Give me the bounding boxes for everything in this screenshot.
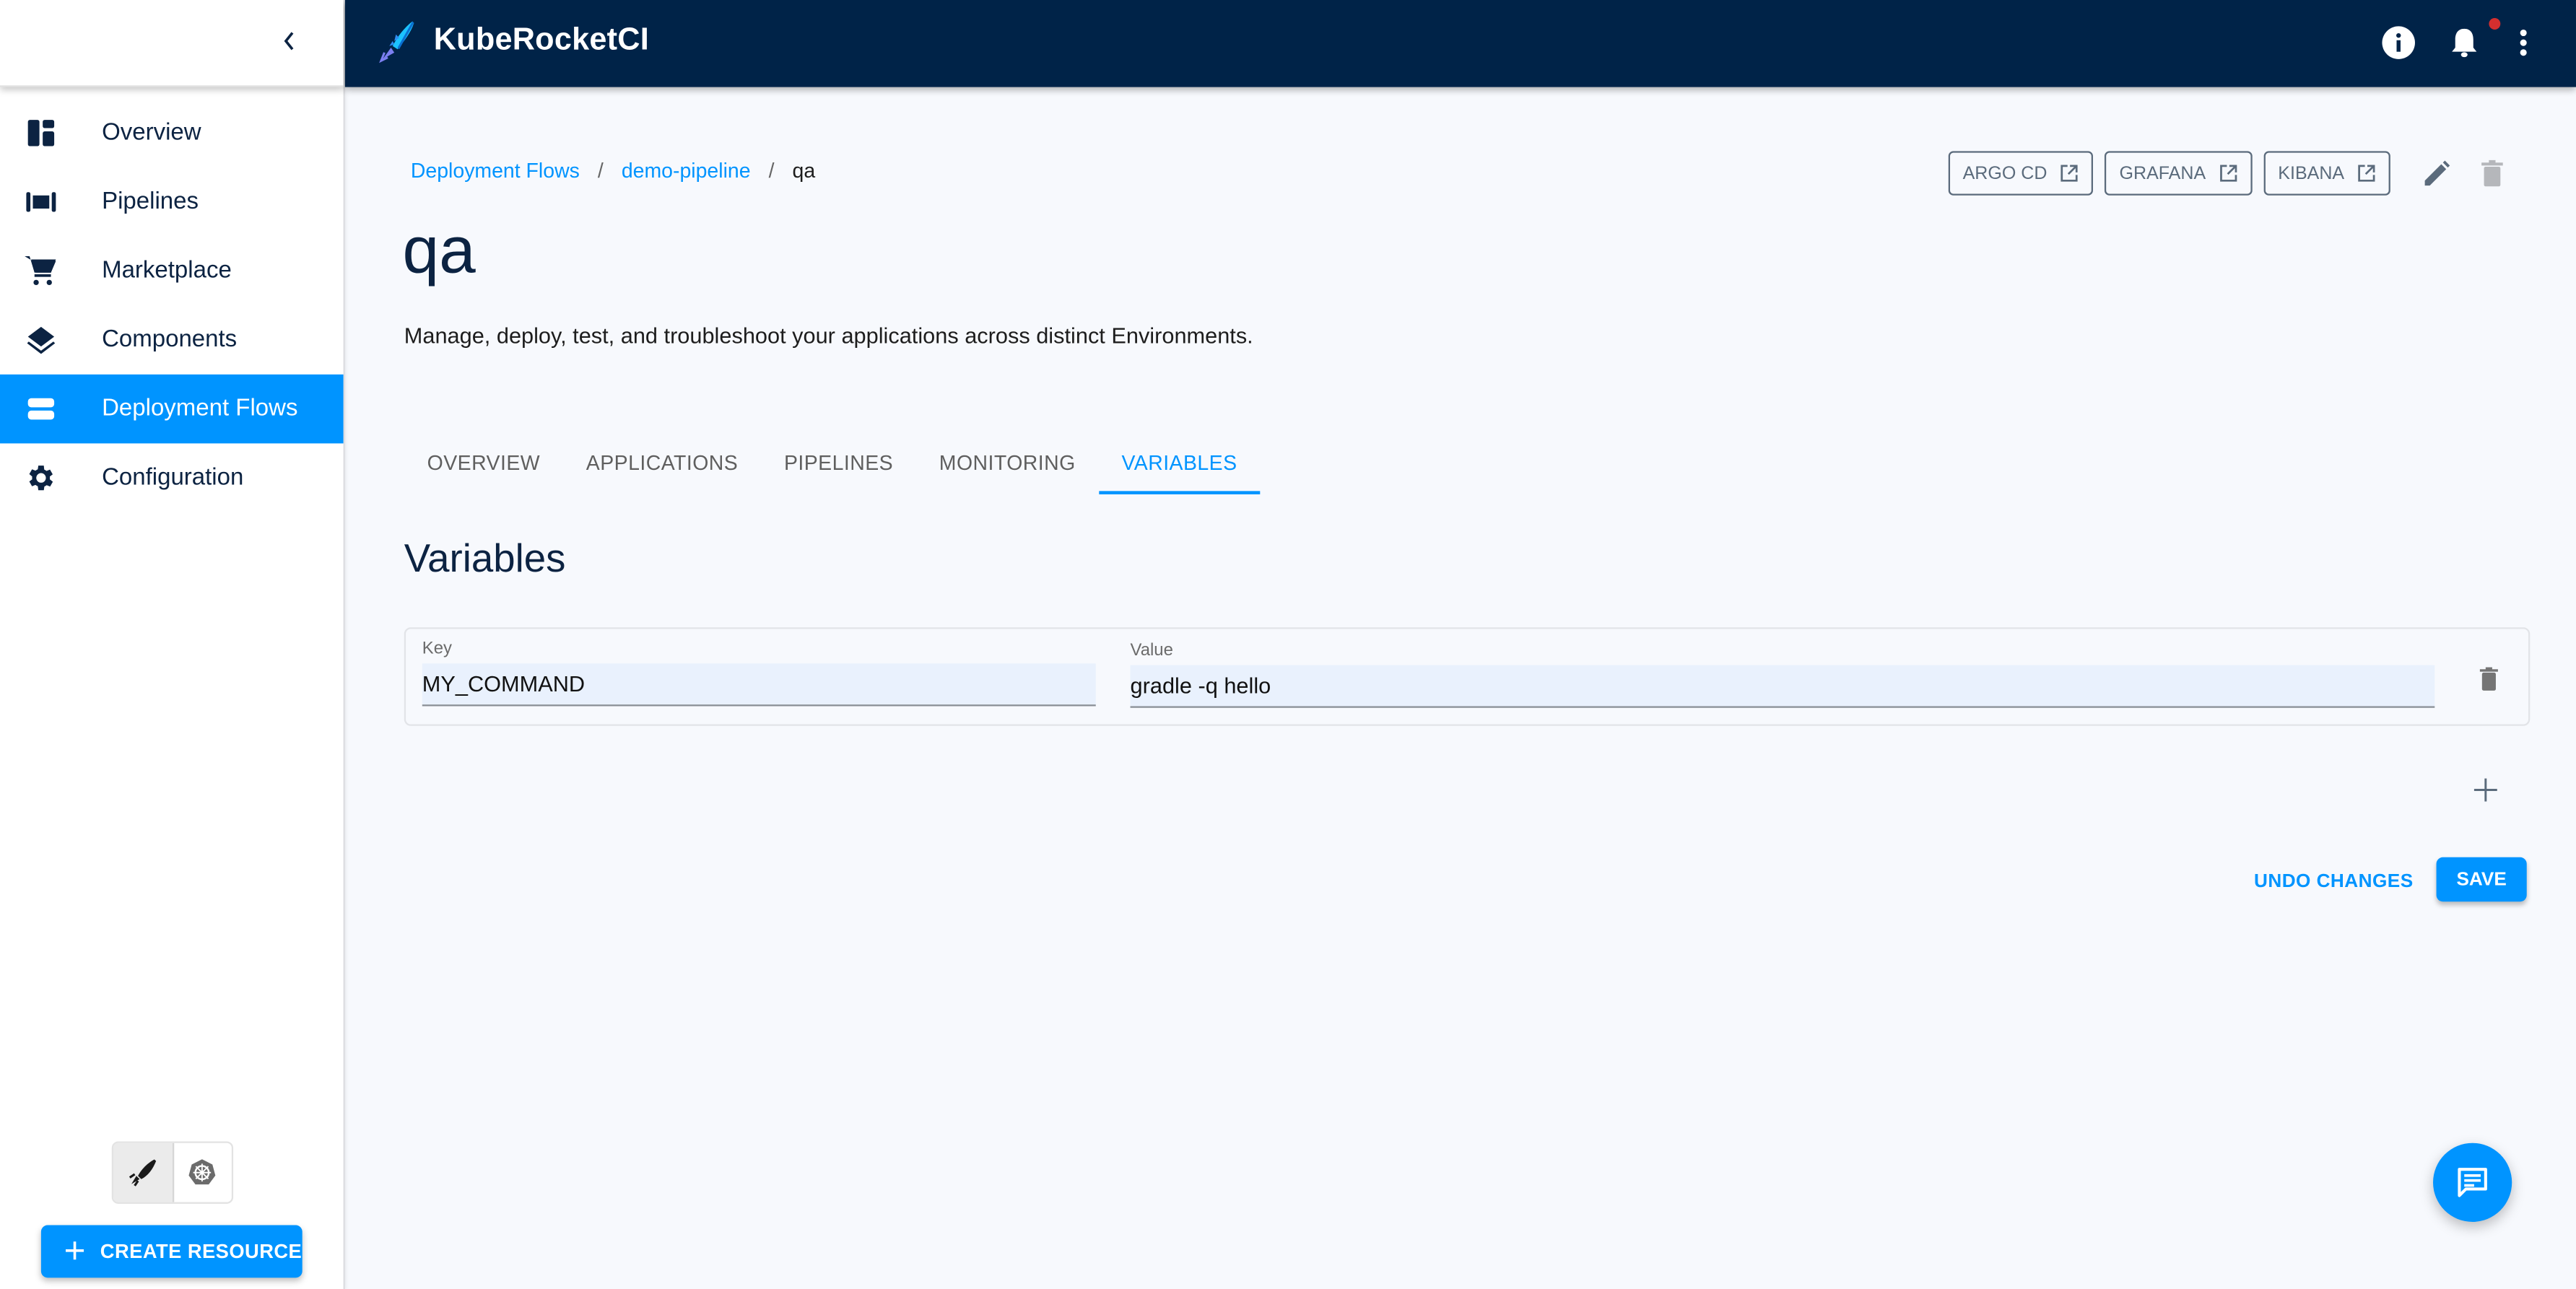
sidebar-item-marketplace[interactable]: Marketplace xyxy=(0,237,344,306)
sidebar-item-label: Components xyxy=(102,326,238,354)
sidebar-item-label: Pipelines xyxy=(102,188,199,216)
sidebar-item-overview[interactable]: Overview xyxy=(0,99,344,168)
top-app-bar: KubeRocketCI xyxy=(344,0,2576,87)
page-description: Manage, deploy, test, and troubleshoot y… xyxy=(404,323,1253,349)
info-button[interactable] xyxy=(2379,23,2419,63)
save-button[interactable]: SAVE xyxy=(2436,857,2527,902)
grafana-link-button[interactable]: GRAFANA xyxy=(2105,151,2252,196)
value-input[interactable] xyxy=(1130,665,2435,708)
open-in-new-icon xyxy=(2061,165,2078,182)
sidebar-item-deployment-flows[interactable]: Deployment Flows xyxy=(0,374,344,444)
sidebar-nav: Overview Pipelines Marketplace Component… xyxy=(0,99,344,512)
edit-icon xyxy=(2424,160,2450,185)
more-vert-icon xyxy=(2520,29,2527,56)
delete-variable-button[interactable] xyxy=(2473,662,2506,695)
gear-icon xyxy=(29,466,53,491)
cart-icon xyxy=(25,255,56,286)
rocket-icon xyxy=(129,1159,156,1187)
delete-icon xyxy=(2479,666,2498,690)
section-title: Variables xyxy=(404,537,566,582)
page-title: qa xyxy=(402,215,476,288)
tab-variables[interactable]: VARIABLES xyxy=(1098,432,1261,494)
kuberocketci-logo-icon xyxy=(379,21,414,64)
sidebar-item-components[interactable]: Components xyxy=(0,305,344,375)
open-in-new-icon xyxy=(2219,165,2237,182)
key-field: Key xyxy=(422,639,1096,707)
create-resource-button[interactable]: CREATE RESOURCE xyxy=(40,1225,303,1278)
create-resource-label: CREATE RESOURCE xyxy=(100,1240,303,1263)
plus-icon xyxy=(66,1241,84,1260)
chat-button[interactable] xyxy=(2433,1142,2512,1222)
kubernetes-helm-icon xyxy=(189,1159,216,1185)
breadcrumb-separator: / xyxy=(768,159,775,183)
delete-button[interactable] xyxy=(2471,152,2513,194)
tab-pipelines[interactable]: PIPELINES xyxy=(761,432,916,494)
kubernetes-mode-button[interactable] xyxy=(173,1143,232,1202)
breadcrumb-demo-pipeline[interactable]: demo-pipeline xyxy=(622,160,751,183)
sidebar-item-label: Overview xyxy=(102,120,201,147)
kibana-link-button[interactable]: KIBANA xyxy=(2263,151,2390,196)
tab-overview[interactable]: OVERVIEW xyxy=(404,432,563,494)
notifications-icon xyxy=(2452,28,2477,58)
sidebar-item-configuration[interactable]: Configuration xyxy=(0,443,344,512)
key-label: Key xyxy=(422,639,452,659)
value-field: Value xyxy=(1130,640,2435,708)
notifications-button[interactable] xyxy=(2445,23,2484,63)
value-label: Value xyxy=(1130,640,1173,660)
edit-button[interactable] xyxy=(2415,152,2458,194)
add-variable-button[interactable] xyxy=(2469,774,2502,807)
tab-applications[interactable]: APPLICATIONS xyxy=(563,432,761,494)
sidebar-item-label: Configuration xyxy=(102,464,244,491)
breadcrumb-separator: / xyxy=(597,159,604,183)
info-icon xyxy=(2382,26,2415,59)
sidebar-item-label: Marketplace xyxy=(102,258,232,284)
key-input[interactable] xyxy=(422,663,1096,707)
grafana-label: GRAFANA xyxy=(2119,163,2206,183)
kuberocketci-mode-button[interactable] xyxy=(113,1142,174,1202)
tab-bar: OVERVIEW APPLICATIONS PIPELINES MONITORI… xyxy=(404,432,1261,494)
collapse-sidebar-button[interactable] xyxy=(273,23,306,59)
storage-icon xyxy=(27,398,55,420)
undo-changes-button[interactable]: UNDO CHANGES xyxy=(2254,860,2414,903)
app-title: KubeRocketCI xyxy=(433,22,649,58)
sidebar-item-label: Deployment Flows xyxy=(102,396,298,422)
breadcrumb-current: qa xyxy=(792,159,816,183)
tab-monitoring[interactable]: MONITORING xyxy=(916,432,1099,494)
app-root: Overview Pipelines Marketplace Component… xyxy=(0,0,2576,1289)
sidebar-item-pipelines[interactable]: Pipelines xyxy=(0,167,344,237)
sidebar: Overview Pipelines Marketplace Component… xyxy=(0,0,345,1289)
notification-badge xyxy=(2489,18,2501,30)
plus-icon xyxy=(2473,778,2497,802)
open-in-new-icon xyxy=(2358,165,2375,182)
breadcrumb: Deployment Flows / demo-pipeline / qa xyxy=(411,160,815,183)
pipelines-icon xyxy=(26,192,56,212)
more-options-button[interactable] xyxy=(2504,23,2544,63)
main-content: Deployment Flows / demo-pipeline / qa AR… xyxy=(345,87,2576,1289)
mode-toggle xyxy=(111,1141,234,1204)
argo-cd-label: ARGO CD xyxy=(1962,163,2048,183)
layers-icon xyxy=(27,326,56,354)
kibana-label: KIBANA xyxy=(2278,163,2345,183)
breadcrumb-deployment-flows[interactable]: Deployment Flows xyxy=(411,160,580,183)
page-actions: ARGO CD GRAFANA KIBANA xyxy=(1948,151,2513,196)
dashboard-icon xyxy=(27,120,55,147)
chat-icon xyxy=(2458,1168,2487,1197)
argo-cd-link-button[interactable]: ARGO CD xyxy=(1948,151,2094,196)
sidebar-header xyxy=(0,0,344,87)
chevron-left-icon xyxy=(284,32,294,51)
variable-row: Key Value xyxy=(404,627,2531,726)
delete-icon xyxy=(2481,159,2503,186)
brand[interactable]: KubeRocketCI xyxy=(378,18,649,64)
